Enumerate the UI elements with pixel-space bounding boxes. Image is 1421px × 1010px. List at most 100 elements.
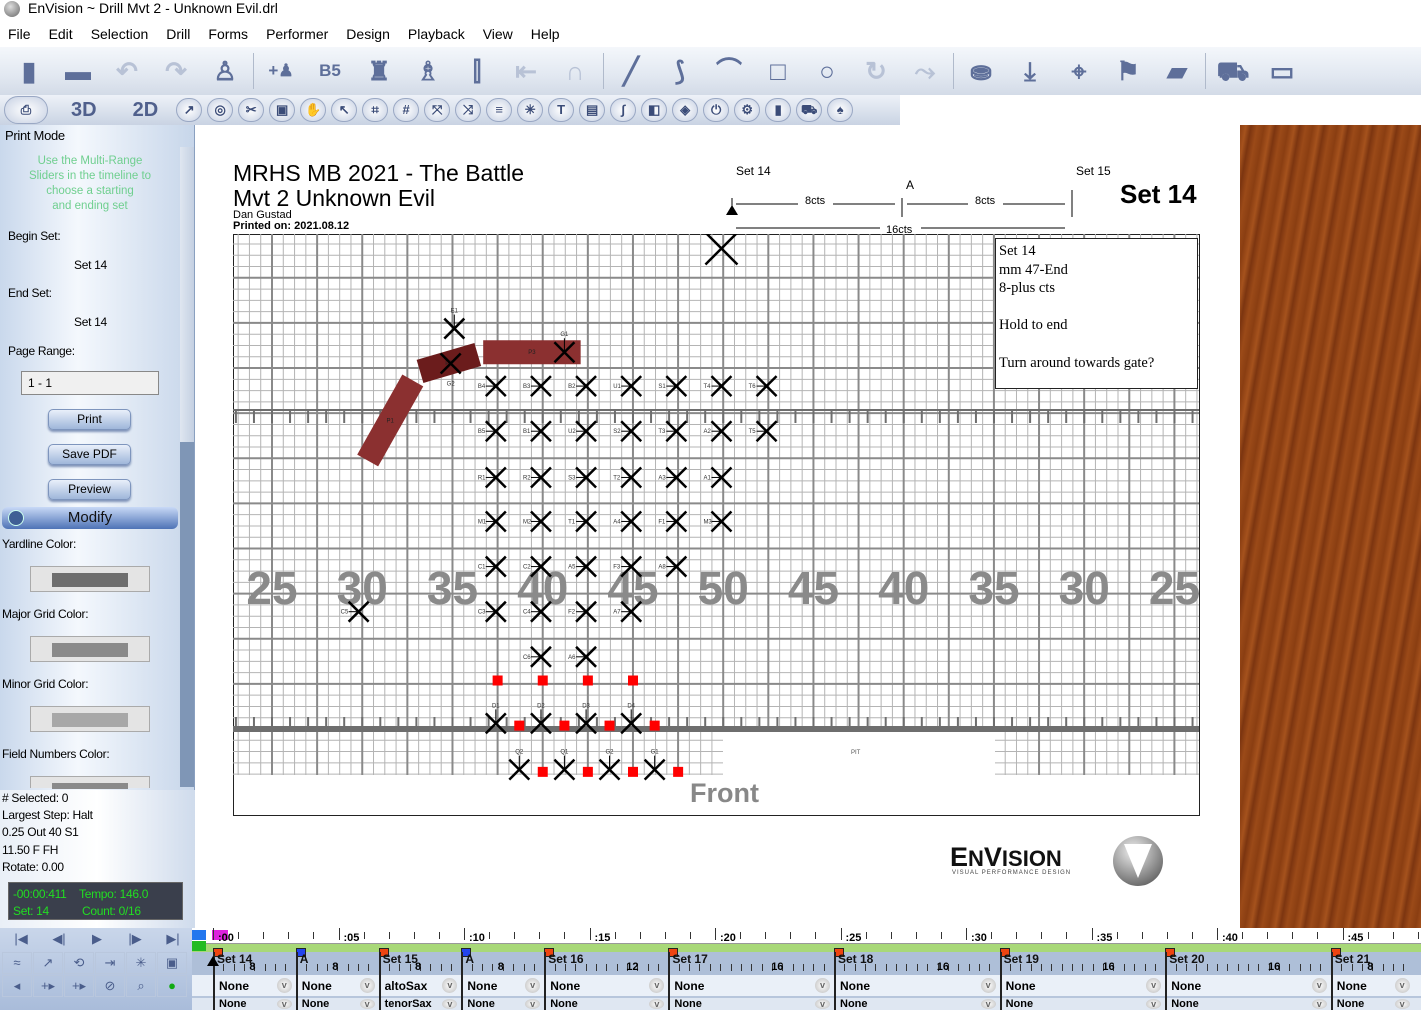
tool-icon[interactable]: ⚙ <box>734 98 761 122</box>
arc-follow-icon[interactable]: ↻ <box>855 51 897 91</box>
instrument-dropdown[interactable]: None v <box>461 998 544 1010</box>
instrument-dropdown[interactable]: None v <box>668 976 834 996</box>
instrument-dropdown[interactable]: None v <box>544 998 668 1010</box>
zoom-icon[interactable]: ⌕ <box>126 975 156 997</box>
instrument-dropdown[interactable]: None v <box>1165 976 1331 996</box>
performer[interactable]: Q1 <box>553 750 576 781</box>
performer[interactable]: G2 <box>598 750 621 781</box>
chevron-down-icon[interactable]: v <box>1394 999 1410 1009</box>
performer[interactable]: S3 <box>568 466 597 489</box>
prop-marker[interactable] <box>537 766 548 777</box>
color-swatch-button[interactable] <box>30 566 150 592</box>
fast-rabbit-icon[interactable]: ↗ <box>33 952 63 974</box>
color-swatch-button[interactable] <box>30 636 150 662</box>
chevron-down-icon[interactable]: v <box>980 978 996 993</box>
instrument-dropdown[interactable]: None v <box>834 998 1000 1010</box>
rectangle-tool-icon[interactable]: □ <box>757 51 799 91</box>
step-forward-icon[interactable]: |▶ <box>118 930 152 948</box>
walker-icon[interactable]: ✂ <box>238 98 265 122</box>
group-icon[interactable]: ♜ <box>358 51 400 91</box>
chevron-down-icon[interactable]: v <box>980 999 996 1009</box>
chevron-down-icon[interactable]: v <box>1146 999 1162 1009</box>
add-flag-orange-icon[interactable]: +▸ <box>64 975 94 997</box>
lasso-icon[interactable]: ✋ <box>300 98 327 122</box>
view-2d-button[interactable]: 2D <box>133 99 159 121</box>
freehand-icon[interactable]: ⤳ <box>904 51 946 91</box>
arc-tool-icon[interactable]: ⌒ <box>708 51 750 91</box>
prop-marker[interactable] <box>514 720 525 731</box>
instrument-dropdown[interactable]: None v <box>1165 998 1331 1010</box>
swap-icon[interactable]: ⇤ <box>505 51 547 91</box>
label-icon[interactable]: B5 <box>309 51 351 91</box>
pointer-icon[interactable]: ↖ <box>331 98 358 122</box>
new-file-icon[interactable]: ▮ <box>8 51 50 91</box>
play-icon[interactable]: ▶ <box>80 930 114 948</box>
book-icon[interactable]: ▰ <box>1156 51 1198 91</box>
scrollbar-thumb[interactable] <box>180 147 194 442</box>
curve-tool-icon[interactable]: ⟆ <box>659 51 701 91</box>
circle-icon[interactable]: ◎ <box>207 98 234 122</box>
flag-icon[interactable]: ⚑ <box>1107 51 1149 91</box>
prop-marker[interactable] <box>582 766 593 777</box>
chevron-down-icon[interactable]: v <box>359 999 375 1009</box>
instrument-dropdown[interactable]: None v <box>213 976 296 996</box>
chevron-down-icon[interactable]: v <box>814 978 830 993</box>
set-label[interactable]: A <box>465 953 474 966</box>
instrument-dropdown[interactable]: None v <box>295 976 379 996</box>
grid-snap-icon[interactable]: ⌗ <box>362 98 389 122</box>
instrument-dropdown[interactable]: None v <box>668 998 834 1010</box>
grid-icon[interactable]: # <box>393 98 420 122</box>
color-swatch-button[interactable] <box>30 706 150 732</box>
chevron-down-icon[interactable]: v <box>359 978 375 993</box>
map-icon[interactable]: ⌖ <box>1058 51 1100 91</box>
follow-icon[interactable]: ∩ <box>554 51 596 91</box>
chevron-down-icon[interactable]: v <box>1311 999 1327 1009</box>
chevron-down-icon[interactable]: v <box>1394 978 1410 993</box>
numbering-icon[interactable]: ♗ <box>407 51 449 91</box>
printer-icon[interactable]: ⎙ <box>4 96 48 124</box>
menu-drill[interactable]: Drill <box>166 22 198 46</box>
align-icon[interactable]: ≡ <box>486 98 513 122</box>
instrument-dropdown[interactable]: altoSax v <box>378 976 462 996</box>
cancel-icon[interactable]: ⊘ <box>95 975 125 997</box>
scatter-icon[interactable]: ✳ <box>517 98 544 122</box>
green-light-icon[interactable]: ● <box>157 975 187 997</box>
slow-turtle-icon[interactable]: ≈ <box>2 952 32 974</box>
performer[interactable]: R1 <box>478 466 507 489</box>
performer[interactable]: A1 <box>703 466 733 489</box>
range-start-handle[interactable] <box>192 930 206 940</box>
print-button[interactable]: Print <box>48 409 131 430</box>
path-icon[interactable]: ↗ <box>176 98 203 122</box>
instrument-dropdown[interactable]: None v <box>1330 998 1414 1010</box>
chevron-down-icon[interactable]: v <box>649 999 665 1009</box>
instrument-dropdown[interactable]: None v <box>213 998 296 1010</box>
text-icon[interactable]: T <box>548 98 575 122</box>
instrument-dropdown[interactable]: None v <box>544 976 668 996</box>
menu-view[interactable]: View <box>483 22 521 46</box>
metronome-icon[interactable]: ⇥ <box>95 952 125 974</box>
instrument-dropdown[interactable]: None v <box>834 976 1000 996</box>
set-label[interactable]: A <box>300 953 309 966</box>
instrument-dropdown[interactable]: None v <box>461 976 544 996</box>
chevron-down-icon[interactable]: v <box>1146 978 1162 993</box>
add-performer-icon[interactable]: +♟ <box>260 51 302 91</box>
monitor-icon[interactable]: ▭ <box>1261 51 1303 91</box>
menu-selection[interactable]: Selection <box>91 22 157 46</box>
prop-marker[interactable] <box>628 766 638 777</box>
chevron-down-icon[interactable]: v <box>814 999 830 1009</box>
menu-performer[interactable]: Performer <box>266 22 336 46</box>
performer[interactable]: A3 <box>658 466 688 489</box>
page-icon[interactable]: ▮ <box>765 98 792 122</box>
performer-desk-icon[interactable]: ♙ <box>204 51 246 91</box>
performer[interactable]: T2 <box>613 466 643 489</box>
shape-icon[interactable]: ◧ <box>641 98 668 122</box>
chevron-down-icon[interactable]: v <box>525 999 541 1009</box>
prop-marker[interactable] <box>492 675 503 686</box>
range-end-handle[interactable] <box>192 941 206 951</box>
loop-icon[interactable]: ⟲ <box>64 952 94 974</box>
block-icon[interactable]: ▤ <box>579 98 606 122</box>
skip-start-icon[interactable]: |◀ <box>4 930 38 948</box>
instrument-dropdown[interactable]: None v <box>295 998 379 1010</box>
sparkle-icon[interactable]: ✳ <box>126 952 156 974</box>
files-icon[interactable]: ⫿ <box>456 51 498 91</box>
